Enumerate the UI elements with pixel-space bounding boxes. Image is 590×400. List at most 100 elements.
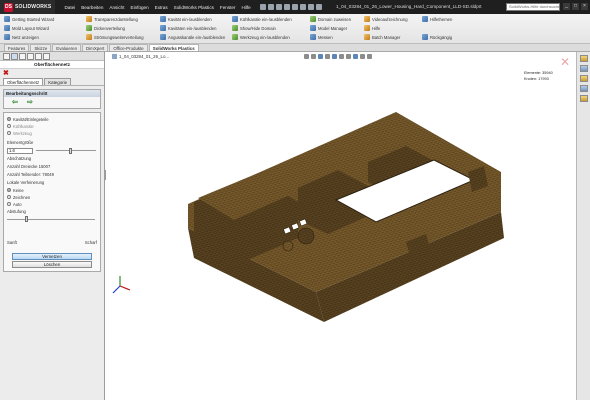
display-manager-icon[interactable]: [35, 52, 42, 60]
maximize-button[interactable]: □: [572, 3, 579, 10]
subtab-oberflaechennetz[interactable]: Oberflächennetz: [3, 78, 44, 85]
menu-extras[interactable]: Extras: [152, 5, 171, 10]
subtab-kategorie[interactable]: Kategorie: [44, 78, 72, 85]
property-manager-icon[interactable]: [11, 52, 18, 60]
cmd-label: Videoaufzeichnung: [372, 16, 408, 22]
x-axis-line: [119, 285, 131, 291]
refine-draw[interactable]: Zeichnen: [7, 194, 97, 200]
show-hide-domain-button[interactable]: Show/Hide Domain: [232, 25, 276, 31]
dimxpert-icon[interactable]: [27, 52, 34, 60]
flow-distribution-button[interactable]: Strömungsweiterverteilung: [86, 34, 144, 40]
model-manager-button[interactable]: Model Manager: [310, 25, 347, 31]
cmd-label: Dickenverteilung: [94, 25, 125, 31]
model-manager-icon: [310, 25, 316, 31]
radio-button[interactable]: [7, 131, 11, 135]
element-size-input[interactable]: 1.6: [7, 147, 33, 154]
tab-solidworks-plastics[interactable]: SolidWorks Plastics: [148, 44, 199, 51]
radio-button[interactable]: [7, 202, 11, 206]
assign-domain-button[interactable]: Domain zuweisen: [310, 16, 351, 22]
tab-office-produkte[interactable]: Office-Produkte: [109, 44, 148, 51]
rebuild-icon[interactable]: [307, 4, 314, 10]
menu-datei[interactable]: Datei: [61, 5, 78, 10]
tab-dimxpert[interactable]: DimXpert: [82, 44, 109, 51]
forward-arrow-icon[interactable]: ⇨: [27, 99, 36, 106]
slider-range-labels: Sanft Scharf: [7, 240, 97, 245]
mesh-button[interactable]: Vernetzen: [12, 253, 92, 260]
menu-bearbeiten[interactable]: Bearbeiten: [78, 5, 106, 10]
steps-header[interactable]: Bearbeitungsschritt: [4, 90, 100, 97]
help-search-input[interactable]: SolidWorks-Hilfe durchsuchen: [506, 3, 560, 11]
plastics-icon[interactable]: [43, 52, 50, 60]
getting-started-wizard-button[interactable]: Getting Started Wizard: [4, 16, 54, 22]
save-icon[interactable]: [275, 4, 282, 10]
toggle-cavity-button[interactable]: Kavität ein-/ausblenden: [160, 16, 212, 22]
mesh-model[interactable]: [106, 52, 576, 400]
batch-manager-button[interactable]: Batch Manager: [364, 34, 400, 40]
tab-features[interactable]: Features: [4, 44, 30, 51]
mold-layout-wizard-button[interactable]: Mold Layout Wizard: [4, 25, 49, 31]
thickness-distribution-button[interactable]: Dickenverteilung: [86, 25, 125, 31]
delete-button[interactable]: Löschen: [12, 261, 92, 268]
slider-thumb[interactable]: [69, 147, 72, 154]
file-explorer-icon[interactable]: [580, 75, 588, 82]
radio-button[interactable]: [7, 117, 11, 121]
task-pane: [576, 52, 590, 400]
radio-button[interactable]: [7, 188, 11, 192]
back-arrow-icon[interactable]: ⇦: [12, 99, 21, 106]
option-mold[interactable]: Werkzeug: [7, 130, 97, 136]
open-icon[interactable]: [267, 4, 274, 10]
quick-access-toolbar: [259, 4, 322, 10]
step-navigation: ⇦ ⇨: [4, 97, 100, 108]
new-document-icon[interactable]: [259, 4, 266, 10]
video-recording-button[interactable]: Videoaufzeichnung: [364, 16, 408, 22]
toggle-mold-button[interactable]: Werkzeug ein-/ausblenden: [232, 34, 290, 40]
command-tabs: Features Skizze Evaluieren DimXpert Offi…: [0, 44, 590, 52]
element-count: Anzahl Dreiecke 15007: [7, 164, 51, 169]
configuration-icon[interactable]: [19, 52, 26, 60]
option-cooling[interactable]: Kühlkanäle: [7, 123, 97, 129]
element-size-slider[interactable]: [36, 147, 96, 154]
menu-solidworks-plastics[interactable]: SolidWorks Plastics: [171, 5, 217, 10]
tab-evaluieren[interactable]: Evaluieren: [52, 44, 82, 51]
smoothing-slider[interactable]: [7, 216, 95, 222]
toggle-runners-button[interactable]: Angusskanäle ein-/ausblenden: [160, 34, 225, 40]
menu-einfuegen[interactable]: Einfügen: [128, 5, 152, 10]
design-library-icon[interactable]: [580, 65, 588, 72]
measure-button[interactable]: Messen: [310, 34, 333, 40]
view-palette-icon[interactable]: [580, 85, 588, 92]
menu-ansicht[interactable]: Ansicht: [106, 5, 127, 10]
radio-button[interactable]: [7, 124, 11, 128]
solidworks-logo[interactable]: DS SOLIDWORKS: [0, 0, 56, 14]
option-cavity[interactable]: Kavität/Einlegeteile: [7, 116, 97, 122]
command-row-2: Mold Layout Wizard Dickenverteilung Kavi…: [0, 25, 590, 33]
cavities-icon: [160, 25, 166, 31]
close-window-button[interactable]: ×: [581, 3, 588, 10]
resources-icon[interactable]: [580, 55, 588, 62]
transparency-button[interactable]: Transparenzdarstellung: [86, 16, 138, 22]
undo-icon[interactable]: [291, 4, 298, 10]
undo-button[interactable]: Rückgängig: [422, 34, 452, 40]
menu-fenster[interactable]: Fenster: [217, 5, 239, 10]
minimize-button[interactable]: _: [563, 3, 570, 10]
options-icon[interactable]: [315, 4, 322, 10]
select-icon[interactable]: [299, 4, 306, 10]
menu-hilfe[interactable]: Hilfe: [239, 5, 254, 10]
print-icon[interactable]: [283, 4, 290, 10]
tab-skizze[interactable]: Skizze: [30, 44, 52, 51]
close-icon[interactable]: ✖: [0, 69, 104, 78]
toggle-cooling-button[interactable]: Kühlkanäle ein-/ausblenden: [232, 16, 292, 22]
refine-auto[interactable]: Auto: [7, 201, 97, 207]
slider-thumb[interactable]: [24, 216, 28, 222]
toggle-cavities-button[interactable]: Kavitäten ein-/ausblenden: [160, 25, 216, 31]
show-mesh-button[interactable]: Netz anzeigen: [4, 34, 39, 40]
feature-tree-icon[interactable]: [3, 52, 10, 60]
help-button[interactable]: Hilfe: [364, 25, 380, 31]
refine-none[interactable]: Keine: [7, 187, 97, 193]
appearances-icon[interactable]: [580, 95, 588, 102]
property-manager: Oberflächennetz ✖ Oberflächennetz Katego…: [0, 52, 105, 400]
graphics-area[interactable]: 1_04_03284_01_26_Lo... Elemente: 35940 K…: [106, 52, 576, 400]
part-count: Anzahl Teilsender: 78049: [7, 172, 54, 177]
ds-logo-icon: DS: [4, 2, 13, 12]
radio-button[interactable]: [7, 195, 11, 199]
help-topics-button[interactable]: Hilfethemen: [422, 16, 452, 22]
